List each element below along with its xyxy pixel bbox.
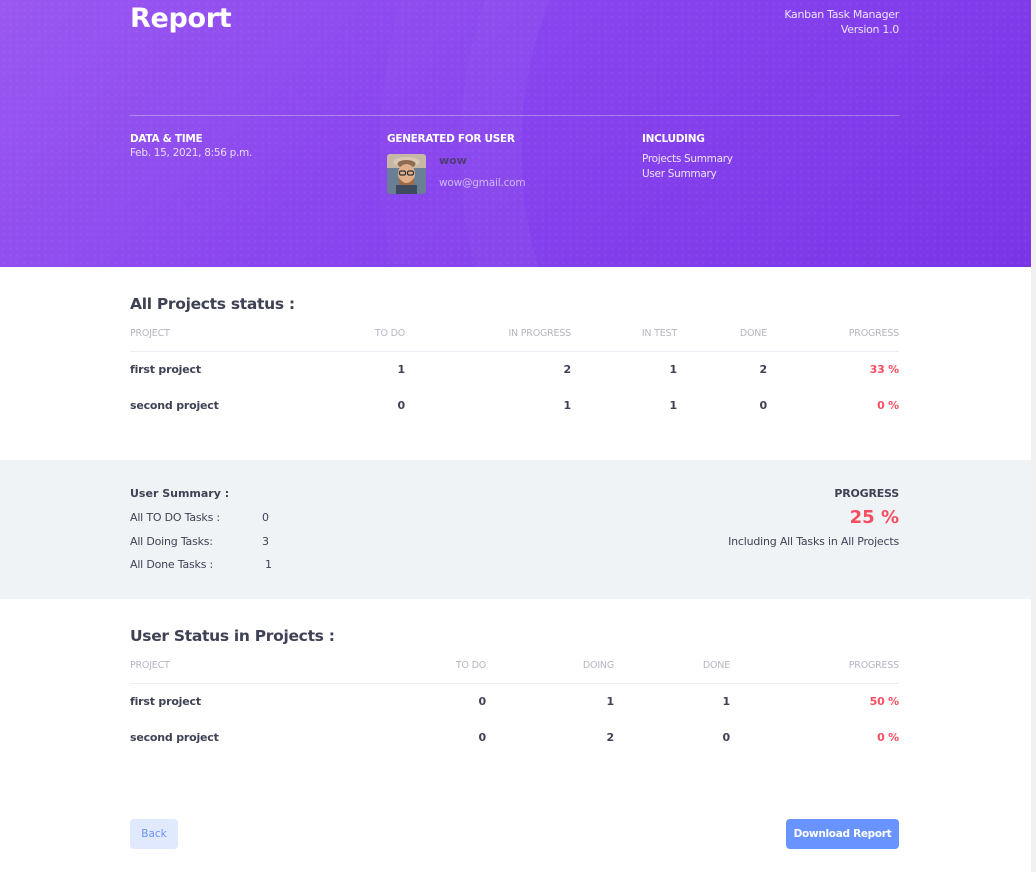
date-time-block: DATA & TIME Feb. 15, 2021, 8:56 p.m. — [130, 133, 252, 159]
table-header-divider — [130, 683, 899, 684]
in-progress-count: 1 — [563, 399, 572, 412]
column-header-doing: DOING — [582, 660, 614, 671]
summary-value-todo: 0 — [262, 511, 269, 524]
done-count: 1 — [722, 695, 731, 708]
column-header-done: DONE — [739, 328, 767, 339]
progress-percent: 50 % — [869, 695, 900, 708]
projects-status-title: All Projects status : — [130, 295, 295, 313]
summary-value-done: 1 — [265, 558, 272, 571]
done-count: 2 — [759, 363, 768, 376]
column-header-progress: PROGRESS — [848, 328, 899, 339]
overall-progress-label: PROGRESS — [834, 487, 899, 500]
user-status-title: User Status in Projects : — [130, 627, 335, 645]
avatar — [387, 154, 426, 194]
generated-for-label: GENERATED FOR USER — [387, 133, 515, 145]
header-divider — [130, 115, 899, 116]
generated-for-block: GENERATED FOR USER — [387, 133, 515, 145]
user-avatar-icon — [387, 154, 426, 194]
including-block: INCLUDING — [642, 133, 705, 145]
progress-percent: 0 % — [877, 399, 899, 412]
column-header-todo: TO DO — [374, 328, 405, 339]
date-time-label: DATA & TIME — [130, 133, 203, 145]
doing-count: 1 — [606, 695, 615, 708]
doing-count: 2 — [606, 731, 615, 744]
back-button[interactable]: Back — [130, 819, 178, 849]
todo-count: 1 — [397, 363, 406, 376]
including-item: User Summary — [642, 168, 717, 180]
progress-percent: 33 % — [869, 363, 900, 376]
user-name: wow — [439, 154, 467, 167]
including-item: Projects Summary — [642, 153, 733, 165]
overall-progress-value: 25 % — [849, 507, 899, 528]
app-version: Version 1.0 — [840, 23, 899, 36]
column-header-progress: PROGRESS — [848, 660, 899, 671]
hero-globe-decoration — [520, 0, 1031, 267]
summary-value-doing: 3 — [262, 535, 269, 548]
summary-label-done: All Done Tasks : — [130, 558, 214, 571]
progress-percent: 0 % — [877, 731, 899, 744]
in-test-count: 1 — [669, 363, 678, 376]
table-header-divider — [130, 351, 899, 352]
summary-label-todo: All TO DO Tasks : — [130, 511, 220, 524]
project-name: first project — [130, 363, 201, 376]
app-meta: Kanban Task Manager Version 1.0 — [784, 7, 899, 37]
done-count: 0 — [759, 399, 768, 412]
summary-label-doing: All Doing Tasks: — [130, 535, 213, 548]
column-header-in-progress: IN PROGRESS — [508, 328, 571, 339]
column-header-in-test: IN TEST — [641, 328, 677, 339]
overall-progress-note: Including All Tasks in All Projects — [728, 535, 899, 548]
user-summary-title: User Summary : — [130, 487, 230, 500]
date-time-value: Feb. 15, 2021, 8:56 p.m. — [130, 147, 252, 159]
column-header-done: DONE — [702, 660, 730, 671]
column-header-project: PROJECT — [130, 660, 170, 671]
project-name: second project — [130, 731, 219, 744]
including-label: INCLUDING — [642, 133, 705, 145]
in-progress-count: 2 — [563, 363, 572, 376]
todo-count: 0 — [397, 399, 406, 412]
project-name: first project — [130, 695, 201, 708]
in-test-count: 1 — [669, 399, 678, 412]
user-summary-section — [0, 460, 1031, 599]
project-name: second project — [130, 399, 219, 412]
todo-count: 0 — [478, 695, 487, 708]
todo-count: 0 — [478, 731, 487, 744]
column-header-todo: TO DO — [455, 660, 486, 671]
done-count: 0 — [722, 731, 731, 744]
including-list: Projects Summary User Summary — [642, 152, 733, 182]
download-report-button[interactable]: Download Report — [786, 819, 899, 849]
page-title: Report — [130, 3, 232, 34]
user-email: wow@gmail.com — [439, 177, 526, 189]
page-scrollbar[interactable] — [1031, 0, 1036, 872]
app-name: Kanban Task Manager — [784, 8, 899, 21]
column-header-project: PROJECT — [130, 328, 170, 339]
